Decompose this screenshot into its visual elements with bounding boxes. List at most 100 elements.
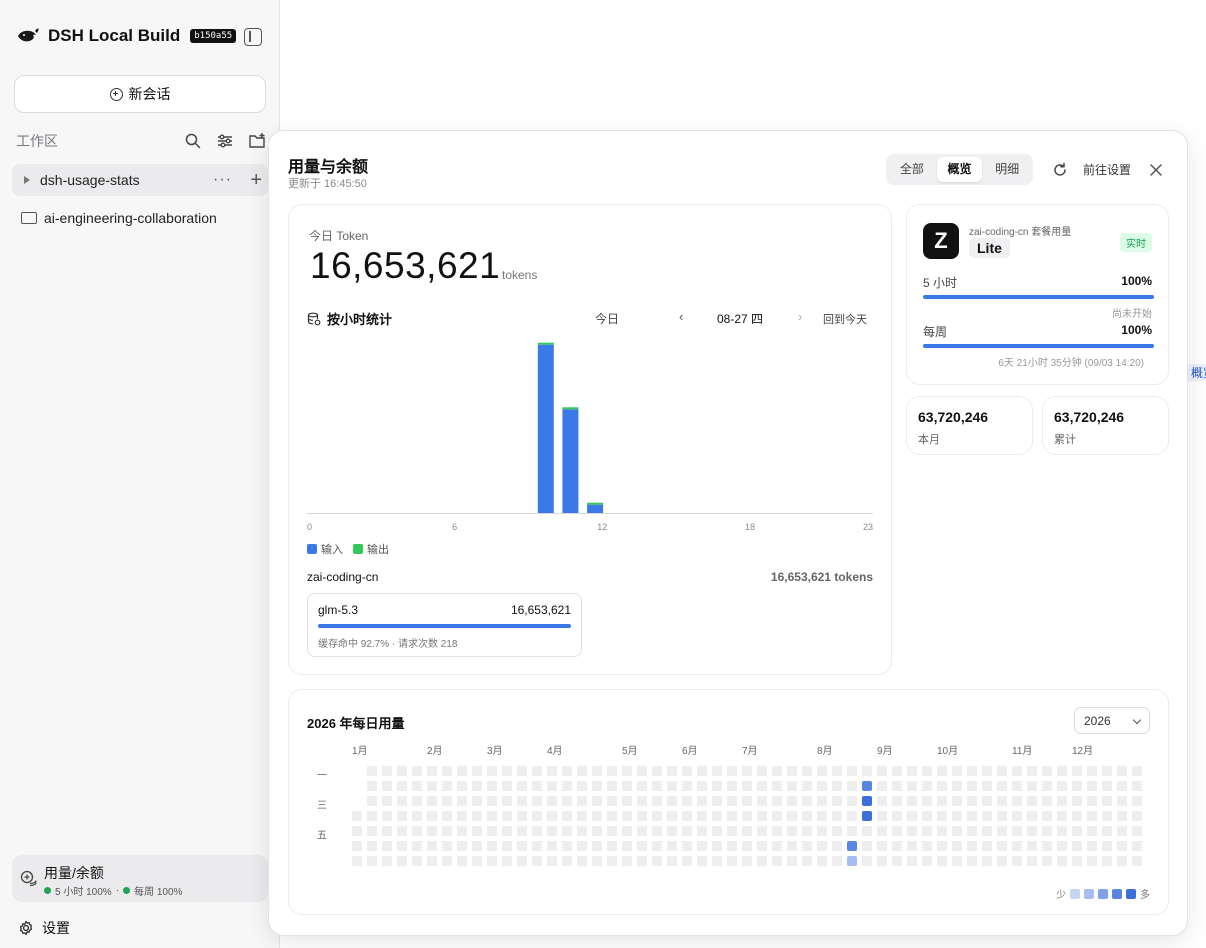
heatmap-day-cell[interactable] [502, 781, 512, 791]
heatmap-day-cell[interactable] [487, 811, 497, 821]
heatmap-day-cell[interactable] [757, 781, 767, 791]
heatmap-day-cell[interactable] [562, 766, 572, 776]
heatmap-day-cell[interactable] [817, 841, 827, 851]
heatmap-day-cell[interactable] [547, 796, 557, 806]
workspace-item-dsh-usage-stats[interactable]: dsh-usage-stats ··· + [12, 164, 268, 196]
goto-settings-link[interactable]: 前往设置 [1083, 161, 1131, 178]
heatmap-day-cell[interactable] [457, 766, 467, 776]
heatmap-day-cell[interactable] [967, 811, 977, 821]
heatmap-day-cell[interactable] [847, 856, 857, 866]
heatmap-day-cell[interactable] [937, 766, 947, 776]
heatmap-day-cell[interactable] [412, 781, 422, 791]
heatmap-day-cell[interactable] [712, 811, 722, 821]
heatmap-day-cell[interactable] [892, 826, 902, 836]
heatmap-day-cell[interactable] [622, 826, 632, 836]
heatmap-day-cell[interactable] [772, 826, 782, 836]
heatmap-day-cell[interactable] [1132, 856, 1142, 866]
heatmap-day-cell[interactable] [682, 811, 692, 821]
heatmap-day-cell[interactable] [1057, 766, 1067, 776]
heatmap-day-cell[interactable] [892, 811, 902, 821]
heatmap-day-cell[interactable] [1042, 781, 1052, 791]
heatmap-day-cell[interactable] [922, 811, 932, 821]
bar-input-hour-10[interactable] [562, 409, 579, 513]
heatmap-day-cell[interactable] [937, 826, 947, 836]
settings-button[interactable]: 设置 [18, 918, 70, 938]
heatmap-day-cell[interactable] [802, 826, 812, 836]
back-to-today-button[interactable]: 回到今天 [823, 311, 867, 327]
heatmap-day-cell[interactable] [577, 856, 587, 866]
heatmap-day-cell[interactable] [1132, 781, 1142, 791]
heatmap-day-cell[interactable] [907, 781, 917, 791]
heatmap-day-cell[interactable] [532, 841, 542, 851]
heatmap-day-cell[interactable] [757, 811, 767, 821]
heatmap-day-cell[interactable] [832, 811, 842, 821]
heatmap-day-cell[interactable] [1027, 811, 1037, 821]
heatmap-day-cell[interactable] [427, 841, 437, 851]
heatmap-day-cell[interactable] [1102, 796, 1112, 806]
heatmap-day-cell[interactable] [952, 811, 962, 821]
heatmap-day-cell[interactable] [877, 796, 887, 806]
heatmap-day-cell[interactable] [787, 856, 797, 866]
heatmap-day-cell[interactable] [487, 826, 497, 836]
heatmap-day-cell[interactable] [442, 856, 452, 866]
heatmap-day-cell[interactable] [682, 856, 692, 866]
heatmap-day-cell[interactable] [1057, 841, 1067, 851]
bar-output-hour-10[interactable] [562, 407, 579, 410]
heatmap-day-cell[interactable] [472, 766, 482, 776]
heatmap-day-cell[interactable] [1012, 766, 1022, 776]
heatmap-day-cell[interactable] [892, 841, 902, 851]
heatmap-day-cell[interactable] [1117, 766, 1127, 776]
heatmap-day-cell[interactable] [412, 826, 422, 836]
heatmap-day-cell[interactable] [997, 841, 1007, 851]
heatmap-day-cell[interactable] [907, 856, 917, 866]
heatmap-day-cell[interactable] [817, 781, 827, 791]
heatmap-day-cell[interactable] [472, 811, 482, 821]
heatmap-day-cell[interactable] [877, 766, 887, 776]
heatmap-day-cell[interactable] [592, 826, 602, 836]
heatmap-day-cell[interactable] [787, 841, 797, 851]
heatmap-day-cell[interactable] [622, 781, 632, 791]
heatmap-day-cell[interactable] [1117, 841, 1127, 851]
heatmap-day-cell[interactable] [907, 826, 917, 836]
heatmap-day-cell[interactable] [1057, 856, 1067, 866]
heatmap-day-cell[interactable] [967, 781, 977, 791]
heatmap-day-cell[interactable] [847, 766, 857, 776]
heatmap-day-cell[interactable] [562, 841, 572, 851]
heatmap-day-cell[interactable] [472, 841, 482, 851]
heatmap-day-cell[interactable] [367, 841, 377, 851]
heatmap-day-cell[interactable] [757, 766, 767, 776]
next-day-icon[interactable]: › [798, 309, 802, 324]
heatmap-day-cell[interactable] [1027, 826, 1037, 836]
heatmap-day-cell[interactable] [982, 781, 992, 791]
search-icon[interactable] [184, 132, 202, 150]
heatmap-day-cell[interactable] [997, 796, 1007, 806]
heatmap-day-cell[interactable] [1117, 796, 1127, 806]
heatmap-day-cell[interactable] [577, 826, 587, 836]
heatmap-day-cell[interactable] [532, 856, 542, 866]
heatmap-day-cell[interactable] [532, 826, 542, 836]
heatmap-day-cell[interactable] [1087, 841, 1097, 851]
heatmap-day-cell[interactable] [937, 856, 947, 866]
heatmap-day-cell[interactable] [502, 796, 512, 806]
heatmap-day-cell[interactable] [562, 826, 572, 836]
heatmap-day-cell[interactable] [877, 811, 887, 821]
heatmap-day-cell[interactable] [757, 796, 767, 806]
heatmap-day-cell[interactable] [1027, 841, 1037, 851]
heatmap-day-cell[interactable] [652, 796, 662, 806]
heatmap-day-cell[interactable] [427, 826, 437, 836]
heatmap-day-cell[interactable] [892, 781, 902, 791]
heatmap-day-cell[interactable] [667, 826, 677, 836]
heatmap-day-cell[interactable] [367, 856, 377, 866]
bar-input-hour-9[interactable] [537, 344, 554, 513]
heatmap-day-cell[interactable] [397, 796, 407, 806]
heatmap-day-cell[interactable] [892, 766, 902, 776]
heatmap-day-cell[interactable] [577, 766, 587, 776]
heatmap-day-cell[interactable] [547, 766, 557, 776]
heatmap-day-cell[interactable] [727, 856, 737, 866]
heatmap-day-cell[interactable] [667, 766, 677, 776]
heatmap-day-cell[interactable] [592, 856, 602, 866]
heatmap-day-cell[interactable] [862, 856, 872, 866]
heatmap-day-cell[interactable] [997, 856, 1007, 866]
heatmap-day-cell[interactable] [457, 841, 467, 851]
heatmap-day-cell[interactable] [712, 766, 722, 776]
